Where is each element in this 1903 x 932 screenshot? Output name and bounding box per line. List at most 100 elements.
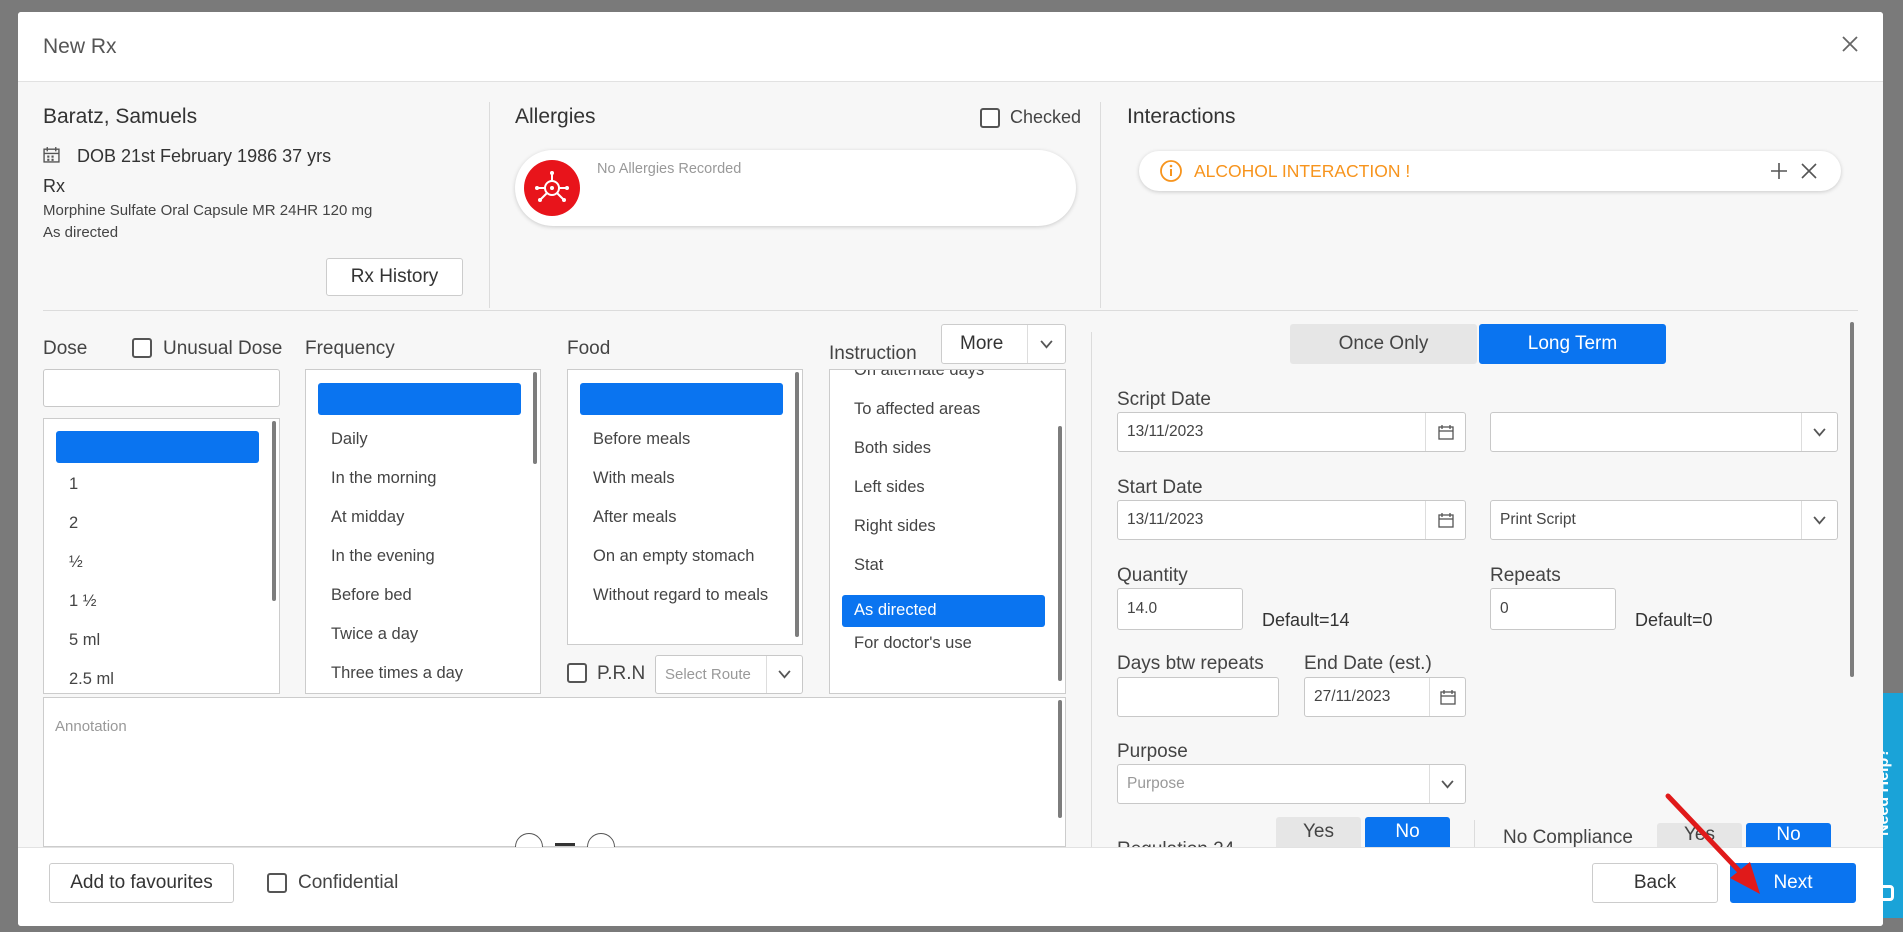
allergy-badge [524, 160, 580, 216]
resize-controls [515, 833, 615, 861]
list-item[interactable]: With meals [593, 469, 675, 488]
list-item[interactable]: Before meals [593, 430, 690, 449]
interaction-alert-text: ALCOHOL INTERACTION ! [1194, 161, 1411, 181]
script-date-input[interactable]: 13/11/2023 [1117, 412, 1466, 452]
list-item[interactable]: 2.5 ml [69, 670, 114, 689]
plus-icon[interactable] [1769, 161, 1789, 181]
list-item[interactable]: For doctor's use [854, 634, 972, 653]
dose-list-selected-blank[interactable] [56, 431, 259, 463]
new-rx-dialog: New Rx Baratz, Samuels DOB 21st February… [18, 12, 1883, 926]
list-item[interactable]: To affected areas [854, 400, 980, 419]
end-date-input[interactable]: 27/11/2023 [1304, 677, 1466, 717]
list-item[interactable]: Left sides [854, 478, 925, 497]
chevron-down-icon [1040, 339, 1053, 349]
list-item[interactable]: ½ [69, 553, 83, 572]
unusual-dose-checkbox[interactable] [132, 338, 152, 358]
calendar-button[interactable] [1429, 678, 1465, 716]
instruction-list[interactable]: On alternate days To affected areas Both… [829, 369, 1066, 694]
print-script-select[interactable]: Print Script [1490, 500, 1838, 540]
chevron-down-icon [1813, 515, 1826, 525]
once-only-toggle[interactable]: Once Only [1290, 324, 1477, 364]
list-item[interactable]: Without regard to meals [593, 586, 768, 605]
rx-label: Rx [43, 176, 65, 196]
confidential-label: Confidential [298, 872, 399, 893]
list-item[interactable]: 2 [69, 514, 78, 533]
annotation-textarea[interactable]: Annotation [43, 697, 1066, 847]
regulation-yes-toggle[interactable]: Yes [1276, 817, 1361, 847]
purpose-label: Purpose [1117, 741, 1188, 762]
annotation-placeholder: Annotation [55, 718, 127, 735]
add-to-favourites-button[interactable]: Add to favourites [49, 863, 234, 903]
instruction-selected[interactable]: As directed [842, 595, 1045, 627]
list-item[interactable]: 1 [69, 475, 78, 494]
script-type-dropdown[interactable] [1801, 413, 1837, 451]
quantity-input[interactable]: 14.0 [1117, 588, 1243, 630]
repeats-input[interactable]: 0 [1490, 588, 1616, 630]
drag-handle-icon[interactable] [555, 843, 575, 846]
list-item[interactable]: On alternate days [854, 370, 984, 380]
food-heading: Food [567, 338, 611, 359]
list-item[interactable]: 5 ml [69, 631, 100, 650]
long-term-toggle[interactable]: Long Term [1479, 324, 1666, 364]
list-item[interactable]: Daily [331, 430, 368, 449]
calendar-button[interactable] [1425, 501, 1465, 539]
no-allergies-text: No Allergies Recorded [597, 161, 742, 177]
allergies-checked-label: Checked [1010, 107, 1082, 127]
interaction-alert: ALCOHOL INTERACTION ! [1139, 151, 1841, 191]
dose-input[interactable] [43, 369, 280, 407]
list-item[interactable]: In the morning [331, 469, 436, 488]
list-item[interactable]: On an empty stomach [593, 547, 754, 566]
start-date-input[interactable]: 13/11/2023 [1117, 500, 1466, 540]
regulation-no-toggle[interactable]: No [1365, 817, 1450, 847]
annotation-scrollbar[interactable] [1058, 700, 1062, 818]
list-item[interactable]: 1 ½ [69, 592, 97, 611]
script-date-label: Script Date [1117, 389, 1211, 410]
confidential-checkbox[interactable] [267, 873, 287, 893]
more-button[interactable]: More [941, 324, 1066, 364]
list-item[interactable]: After meals [593, 508, 676, 527]
rx-history-button[interactable]: Rx History [326, 258, 463, 296]
list-item[interactable]: At midday [331, 508, 404, 527]
route-placeholder: Select Route [665, 666, 751, 683]
frequency-list[interactable]: Daily In the morning At midday In the ev… [305, 369, 541, 694]
allergies-heading: Allergies [515, 105, 596, 128]
calendar-icon [1439, 690, 1456, 705]
calendar-icon [1437, 425, 1454, 440]
list-item[interactable]: Twice a day [331, 625, 418, 644]
route-dropdown[interactable] [766, 656, 802, 693]
script-date-value: 13/11/2023 [1127, 423, 1204, 440]
list-item[interactable]: Three times a day [331, 664, 463, 683]
start-date-value: 13/11/2023 [1127, 511, 1204, 528]
list-item[interactable]: Both sides [854, 439, 931, 458]
purpose-select[interactable]: Purpose [1117, 764, 1466, 804]
dose-scrollbar[interactable] [272, 421, 276, 601]
food-list-selected-blank[interactable] [580, 383, 783, 415]
prn-checkbox[interactable] [567, 663, 587, 683]
food-list[interactable]: Before meals With meals After meals On a… [567, 369, 803, 645]
allergies-checked-checkbox[interactable] [980, 108, 1000, 128]
purpose-dropdown[interactable] [1429, 765, 1465, 803]
close-icon[interactable] [1799, 161, 1819, 181]
close-icon[interactable] [1839, 33, 1861, 55]
calendar-button[interactable] [1425, 413, 1465, 451]
food-scrollbar[interactable] [795, 372, 799, 637]
right-panel-scrollbar[interactable] [1850, 322, 1854, 677]
frequency-scrollbar[interactable] [533, 372, 537, 464]
repeats-label: Repeats [1490, 565, 1561, 586]
frequency-list-selected-blank[interactable] [318, 383, 521, 415]
days-between-input[interactable] [1117, 677, 1279, 717]
patient-name: Baratz, Samuels [43, 105, 198, 128]
more-dropdown[interactable] [1027, 325, 1065, 363]
calendar-icon [1437, 513, 1454, 528]
script-type-select[interactable] [1490, 412, 1838, 452]
list-item[interactable]: Before bed [331, 586, 412, 605]
dose-list[interactable]: 1 2 ½ 1 ½ 5 ml 2.5 ml [43, 418, 280, 694]
list-item[interactable]: Right sides [854, 517, 936, 536]
list-item[interactable]: In the evening [331, 547, 435, 566]
print-script-dropdown[interactable] [1801, 501, 1837, 539]
route-select[interactable]: Select Route [655, 655, 803, 694]
chevron-down-icon [1813, 427, 1826, 437]
instruction-scrollbar[interactable] [1058, 426, 1062, 681]
print-script-value: Print Script [1500, 511, 1576, 528]
list-item[interactable]: Stat [854, 556, 883, 575]
